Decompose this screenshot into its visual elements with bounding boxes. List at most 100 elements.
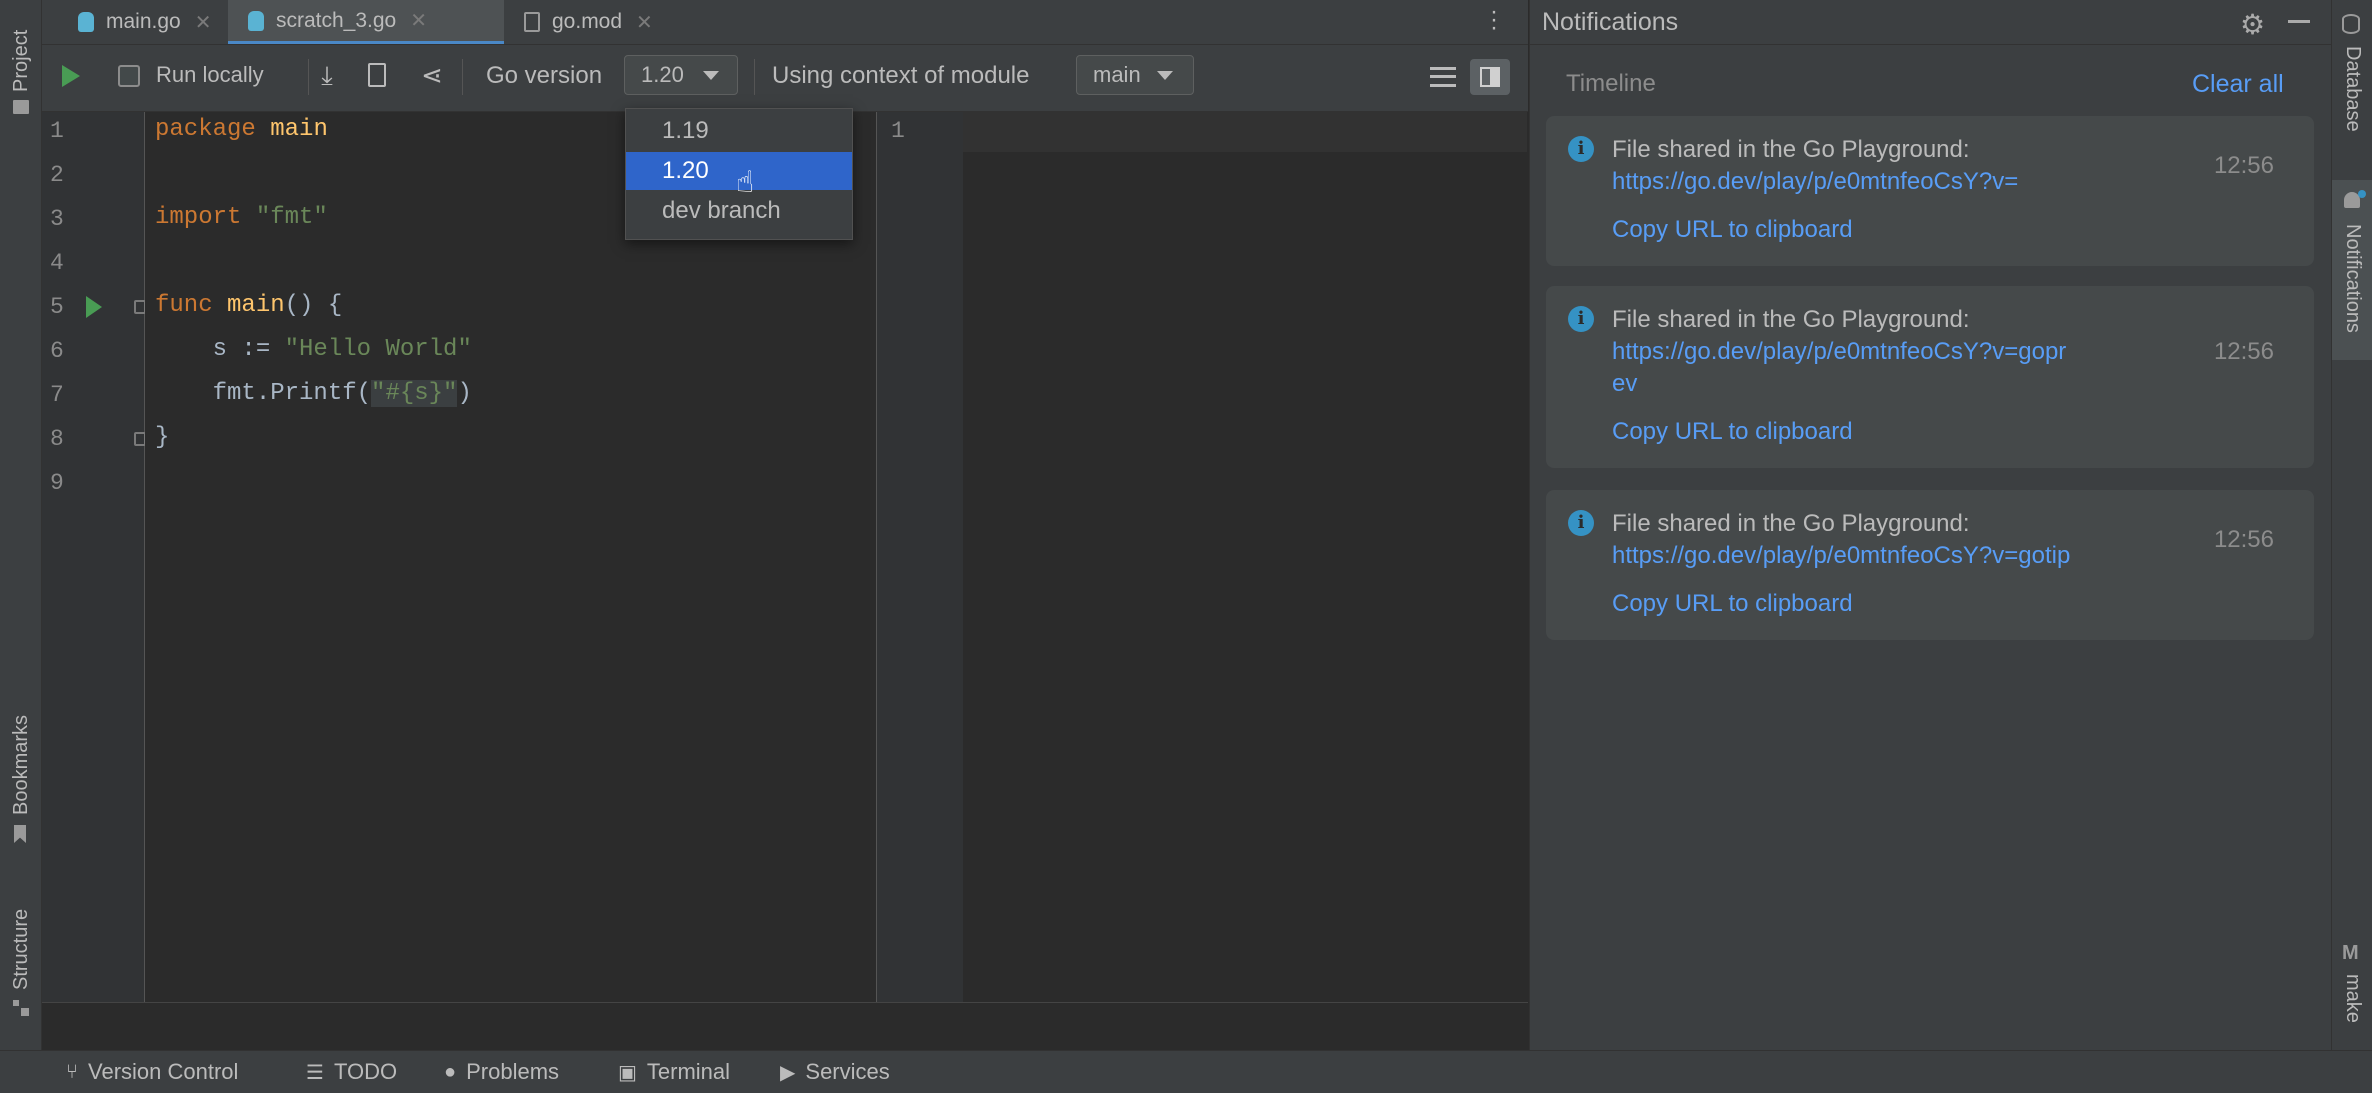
problems-button[interactable]: ● Problems (444, 1051, 559, 1093)
notification-title: File shared in the Go Playground: (1612, 306, 1970, 334)
project-tool-label: Project (10, 30, 32, 92)
database-icon (2342, 14, 2360, 34)
notification-url[interactable]: https://go.dev/play/p/e0mtnfeoCsY?v=goti… (1612, 542, 2070, 570)
panel-divider (1530, 44, 2332, 45)
notification-card: i File shared in the Go Playground: http… (1546, 116, 2314, 266)
services-label: Services (805, 1059, 889, 1085)
bookmarks-tool-button[interactable]: Bookmarks (10, 715, 33, 815)
toolbar-divider (462, 59, 463, 95)
bottom-tool-bar: ⑂ Version Control ☰ TODO ● Problems ▣ Te… (0, 1050, 2372, 1093)
output-line-number: 1 (891, 118, 951, 144)
todo-button[interactable]: ☰ TODO (306, 1051, 397, 1093)
notification-dot (2358, 190, 2366, 198)
line-number: 6 (50, 338, 110, 364)
services-button[interactable]: ▶ Services (780, 1051, 890, 1093)
notification-time: 12:56 (2214, 526, 2274, 554)
line-number: 2 (50, 162, 110, 188)
notifications-tool-label: Notifications (2342, 224, 2364, 333)
right-tool-stripe: Database Notifications M make (2331, 0, 2372, 1050)
project-tool-button[interactable]: Project (10, 30, 33, 92)
close-icon[interactable]: ✕ (636, 10, 653, 35)
code-editor[interactable]: package main import "fmt" func main() { … (145, 112, 875, 1002)
go-version-label: Go version (486, 62, 602, 90)
close-icon[interactable]: ✕ (410, 8, 427, 33)
database-tool-button[interactable]: Database (2341, 46, 2364, 132)
services-icon: ▶ (780, 1060, 795, 1085)
download-icon[interactable]: ⤓ (314, 61, 340, 91)
split-layout-toggle[interactable] (1470, 59, 1510, 95)
make-tool-button[interactable]: make (2341, 974, 2364, 1023)
notification-title: File shared in the Go Playground: (1612, 510, 1970, 538)
bookmarks-tool-label: Bookmarks (10, 715, 32, 815)
structure-icon (13, 1000, 29, 1016)
module-select[interactable]: main (1076, 55, 1194, 95)
left-tool-stripe: Project Bookmarks Structure (0, 0, 42, 1050)
toolbar-divider (754, 59, 755, 95)
make-tool-label: make (2342, 974, 2364, 1023)
list-icon: ☰ (306, 1060, 324, 1085)
toolbar-divider (308, 59, 309, 95)
version-control-button[interactable]: ⑂ Version Control (66, 1051, 238, 1093)
notification-url[interactable]: https://go.dev/play/p/e0mtnfeoCsY?v= (1612, 168, 2018, 196)
line-number: 8 (50, 426, 110, 452)
notification-url[interactable]: https://go.dev/play/p/e0mtnfeoCsY?v=gopr (1612, 338, 2066, 366)
terminal-label: Terminal (647, 1059, 730, 1085)
copy-url-link[interactable]: Copy URL to clipboard (1612, 216, 1853, 244)
notification-title: File shared in the Go Playground: (1612, 136, 1970, 164)
copy-url-link[interactable]: Copy URL to clipboard (1612, 418, 1853, 446)
line-number: 7 (50, 382, 110, 408)
output-gutter: 1 (876, 112, 964, 1002)
gear-icon[interactable]: ⚙ (2240, 8, 2265, 41)
go-scratch-file-icon (248, 11, 264, 31)
notification-url-continued[interactable]: ev (1612, 370, 1637, 398)
share-icon[interactable]: ⋖ (418, 61, 446, 91)
terminal-icon: ▣ (618, 1060, 637, 1085)
code-line-8: } (155, 424, 169, 451)
notification-time: 12:56 (2214, 338, 2274, 366)
run-locally-label: Run locally (156, 62, 264, 88)
run-icon[interactable] (62, 65, 80, 87)
make-icon: M (2342, 942, 2359, 965)
run-gutter-icon[interactable] (86, 296, 102, 318)
line-number: 3 (50, 206, 110, 232)
info-icon: i (1568, 306, 1594, 332)
tab-go-mod[interactable]: go.mod ✕ (504, 0, 694, 44)
copy-url-link[interactable]: Copy URL to clipboard (1612, 590, 1853, 618)
code-line-1: package main (155, 116, 328, 143)
code-line-3: import "fmt" (155, 204, 328, 231)
list-layout-icon[interactable] (1430, 67, 1456, 87)
clear-all-link[interactable]: Clear all (2192, 70, 2284, 99)
module-value: main (1093, 62, 1141, 88)
output-current-line (963, 112, 1527, 152)
output-pane[interactable] (963, 112, 1527, 1002)
chevron-down-icon (1157, 71, 1173, 80)
structure-tool-button[interactable]: Structure (10, 909, 33, 990)
code-line-7: fmt.Printf("#{s}") (155, 380, 472, 407)
todo-label: TODO (334, 1059, 397, 1085)
bookmark-icon (14, 825, 26, 843)
run-locally-checkbox[interactable] (118, 65, 140, 87)
module-context-label: Using context of module (772, 62, 1029, 90)
tab-label: go.mod (552, 10, 622, 34)
branch-icon: ⑂ (66, 1061, 78, 1084)
editor-bottom-area (42, 1002, 1528, 1051)
go-version-select[interactable]: 1.20 (624, 55, 738, 95)
code-line-6: s := "Hello World" (155, 336, 472, 363)
copy-file-icon[interactable] (368, 63, 386, 87)
line-number: 9 (50, 470, 110, 496)
playground-toolbar: Run locally ⤓ ⋖ Go version 1.20 Using co… (42, 45, 1528, 112)
tab-scratch-3-go[interactable]: scratch_3.go ✕ (228, 0, 504, 44)
terminal-button[interactable]: ▣ Terminal (618, 1051, 730, 1093)
notifications-tool-button[interactable]: Notifications (2341, 224, 2364, 333)
go-version-dropdown: 1.19 1.20 dev branch ☝ (625, 108, 853, 240)
version-option[interactable]: 1.19 (626, 112, 852, 150)
notification-card: i File shared in the Go Playground: http… (1546, 490, 2314, 640)
more-tabs-icon[interactable]: ··· (1490, 8, 1498, 36)
close-icon[interactable]: ✕ (195, 10, 212, 35)
structure-tool-label: Structure (10, 909, 32, 990)
tab-label: scratch_3.go (276, 9, 396, 33)
problems-label: Problems (466, 1059, 559, 1085)
notification-card: i File shared in the Go Playground: http… (1546, 286, 2314, 468)
minimize-icon[interactable] (2288, 20, 2310, 23)
hand-cursor-icon: ☝ (736, 165, 754, 200)
